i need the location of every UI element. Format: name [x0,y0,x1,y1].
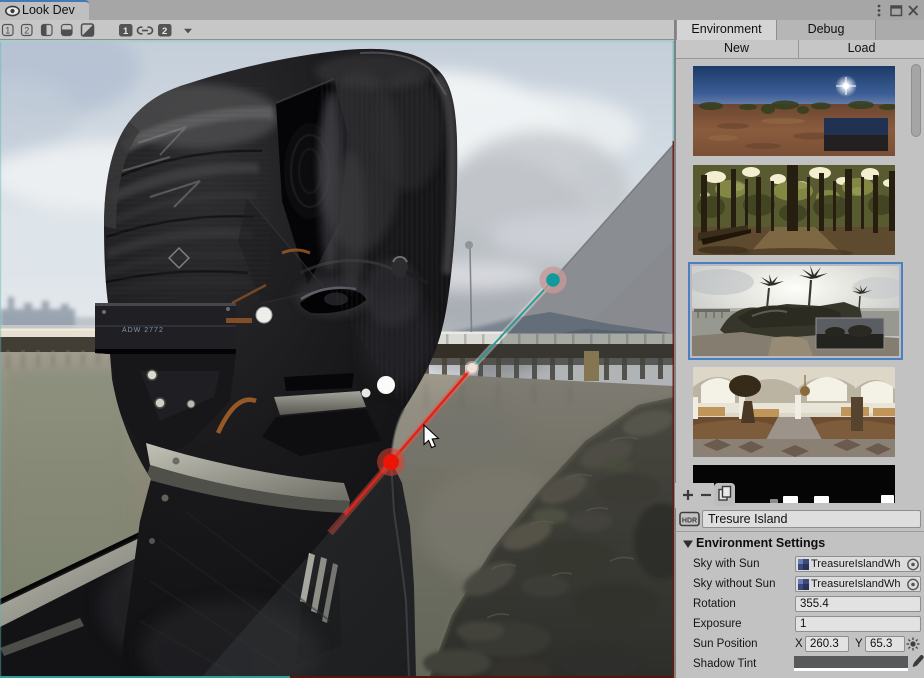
svg-text:1: 1 [5,26,10,36]
svg-text:ADW 2772: ADW 2772 [122,327,164,334]
svg-text:2: 2 [24,26,29,36]
svg-text:HDR: HDR [682,518,697,525]
svg-text:1: 1 [123,26,129,37]
svg-text:2: 2 [162,26,167,37]
